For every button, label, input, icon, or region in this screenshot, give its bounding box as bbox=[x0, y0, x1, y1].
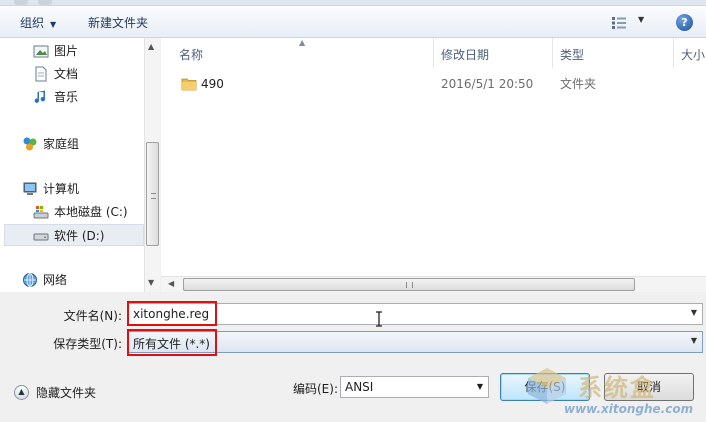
network-icon bbox=[23, 273, 37, 287]
window-caption-nub bbox=[38, 0, 52, 5]
organize-label: 组织 bbox=[20, 16, 45, 30]
nav-item-homegroup[interactable]: 家庭组 bbox=[0, 133, 144, 155]
chevron-down-icon[interactable]: ▼ bbox=[691, 308, 697, 317]
drive-c-icon bbox=[33, 206, 49, 219]
nav-item-label: 计算机 bbox=[43, 182, 80, 196]
table-row[interactable]: 490 2016/5/1 20:50 文件夹 bbox=[161, 74, 681, 94]
computer-icon bbox=[23, 182, 37, 195]
file-name: 490 bbox=[201, 77, 224, 91]
nav-item-music[interactable]: 音乐 bbox=[0, 86, 144, 108]
nav-item-label: 本地磁盘 (C:) bbox=[54, 205, 128, 219]
nav-item-pictures[interactable]: 图片 bbox=[0, 40, 144, 62]
encoding-value: ANSI bbox=[345, 380, 374, 394]
nav-item-label: 音乐 bbox=[54, 90, 79, 104]
music-icon bbox=[34, 90, 46, 103]
help-button[interactable]: ? bbox=[676, 14, 693, 31]
column-header-modified[interactable]: 修改日期 bbox=[441, 46, 489, 63]
scroll-left-icon[interactable]: ◀ bbox=[168, 279, 174, 288]
file-list-horizontal-scrollbar[interactable]: ◀ bbox=[161, 276, 706, 292]
filename-label: 文件名(N): bbox=[63, 309, 122, 323]
view-list-icon bbox=[612, 17, 626, 29]
file-list: ▲ 名称 修改日期 类型 大小 490 2016/5/1 20:50 文件夹 ◀ bbox=[161, 38, 706, 292]
scroll-up-icon[interactable]: ▲ bbox=[148, 42, 154, 51]
column-divider[interactable] bbox=[673, 38, 674, 68]
documents-icon bbox=[35, 66, 47, 82]
save-button[interactable]: 保存(S) bbox=[500, 373, 590, 401]
homegroup-icon bbox=[23, 137, 37, 151]
column-header-type[interactable]: 类型 bbox=[560, 46, 584, 63]
chevron-up-icon: ▲ bbox=[14, 385, 29, 400]
hide-folders-label: 隐藏文件夹 bbox=[36, 386, 97, 400]
chevron-down-icon[interactable]: ▼ bbox=[477, 382, 483, 391]
column-divider[interactable] bbox=[433, 38, 434, 68]
cancel-button[interactable]: 取消 bbox=[604, 373, 694, 401]
column-divider[interactable] bbox=[552, 38, 553, 68]
nav-item-drive-c[interactable]: 本地磁盘 (C:) bbox=[0, 201, 144, 223]
change-view-button[interactable]: ▼ bbox=[612, 15, 648, 31]
navigation-pane: 图片 文档 音乐 家庭组 计算机 本地磁盘 (C:) 软件 (D:) 网络 ▲ … bbox=[0, 38, 160, 292]
nav-item-computer[interactable]: 计算机 bbox=[0, 178, 144, 200]
organize-button[interactable]: 组织 ▼ bbox=[20, 14, 56, 32]
encoding-label: 编码(E): bbox=[293, 382, 338, 396]
scroll-down-icon[interactable]: ▼ bbox=[148, 278, 154, 287]
folder-icon bbox=[181, 78, 197, 91]
drive-d-icon bbox=[33, 233, 49, 241]
nav-item-label: 软件 (D:) bbox=[54, 229, 105, 243]
pictures-icon bbox=[33, 45, 49, 58]
highlight-box bbox=[127, 329, 217, 356]
text-cursor-icon bbox=[376, 311, 382, 327]
chevron-down-icon: ▼ bbox=[50, 20, 57, 29]
highlight-box bbox=[127, 301, 217, 326]
filetype-label: 保存类型(T): bbox=[53, 337, 122, 351]
sort-ascending-icon: ▲ bbox=[299, 38, 306, 47]
nav-item-label: 文档 bbox=[54, 67, 79, 81]
chevron-down-icon[interactable]: ▼ bbox=[691, 336, 697, 345]
nav-vertical-scrollbar[interactable]: ▲ ▼ bbox=[144, 38, 160, 292]
file-modified: 2016/5/1 20:50 bbox=[441, 77, 534, 91]
scrollbar-grip bbox=[151, 193, 156, 199]
nav-item-drive-d[interactable]: 软件 (D:) bbox=[4, 224, 144, 246]
nav-item-label: 图片 bbox=[54, 44, 79, 58]
file-type: 文件夹 bbox=[560, 77, 597, 91]
scrollbar-thumb[interactable] bbox=[146, 142, 159, 246]
scrollbar-grip bbox=[406, 282, 413, 288]
window-caption-nub bbox=[14, 0, 28, 5]
nav-item-label: 家庭组 bbox=[43, 137, 80, 151]
nav-item-label: 网络 bbox=[43, 273, 68, 287]
command-bar: 组织 ▼ 新建文件夹 ▼ ? bbox=[0, 6, 706, 38]
new-folder-button[interactable]: 新建文件夹 bbox=[88, 14, 148, 32]
column-header-name[interactable]: 名称 bbox=[179, 46, 203, 63]
chevron-down-icon: ▼ bbox=[638, 15, 645, 24]
nav-item-documents[interactable]: 文档 bbox=[0, 63, 144, 85]
encoding-select[interactable]: ANSI ▼ bbox=[340, 376, 489, 398]
column-header-size[interactable]: 大小 bbox=[681, 46, 705, 63]
scrollbar-thumb[interactable] bbox=[183, 278, 635, 291]
nav-item-network[interactable]: 网络 bbox=[0, 269, 144, 291]
